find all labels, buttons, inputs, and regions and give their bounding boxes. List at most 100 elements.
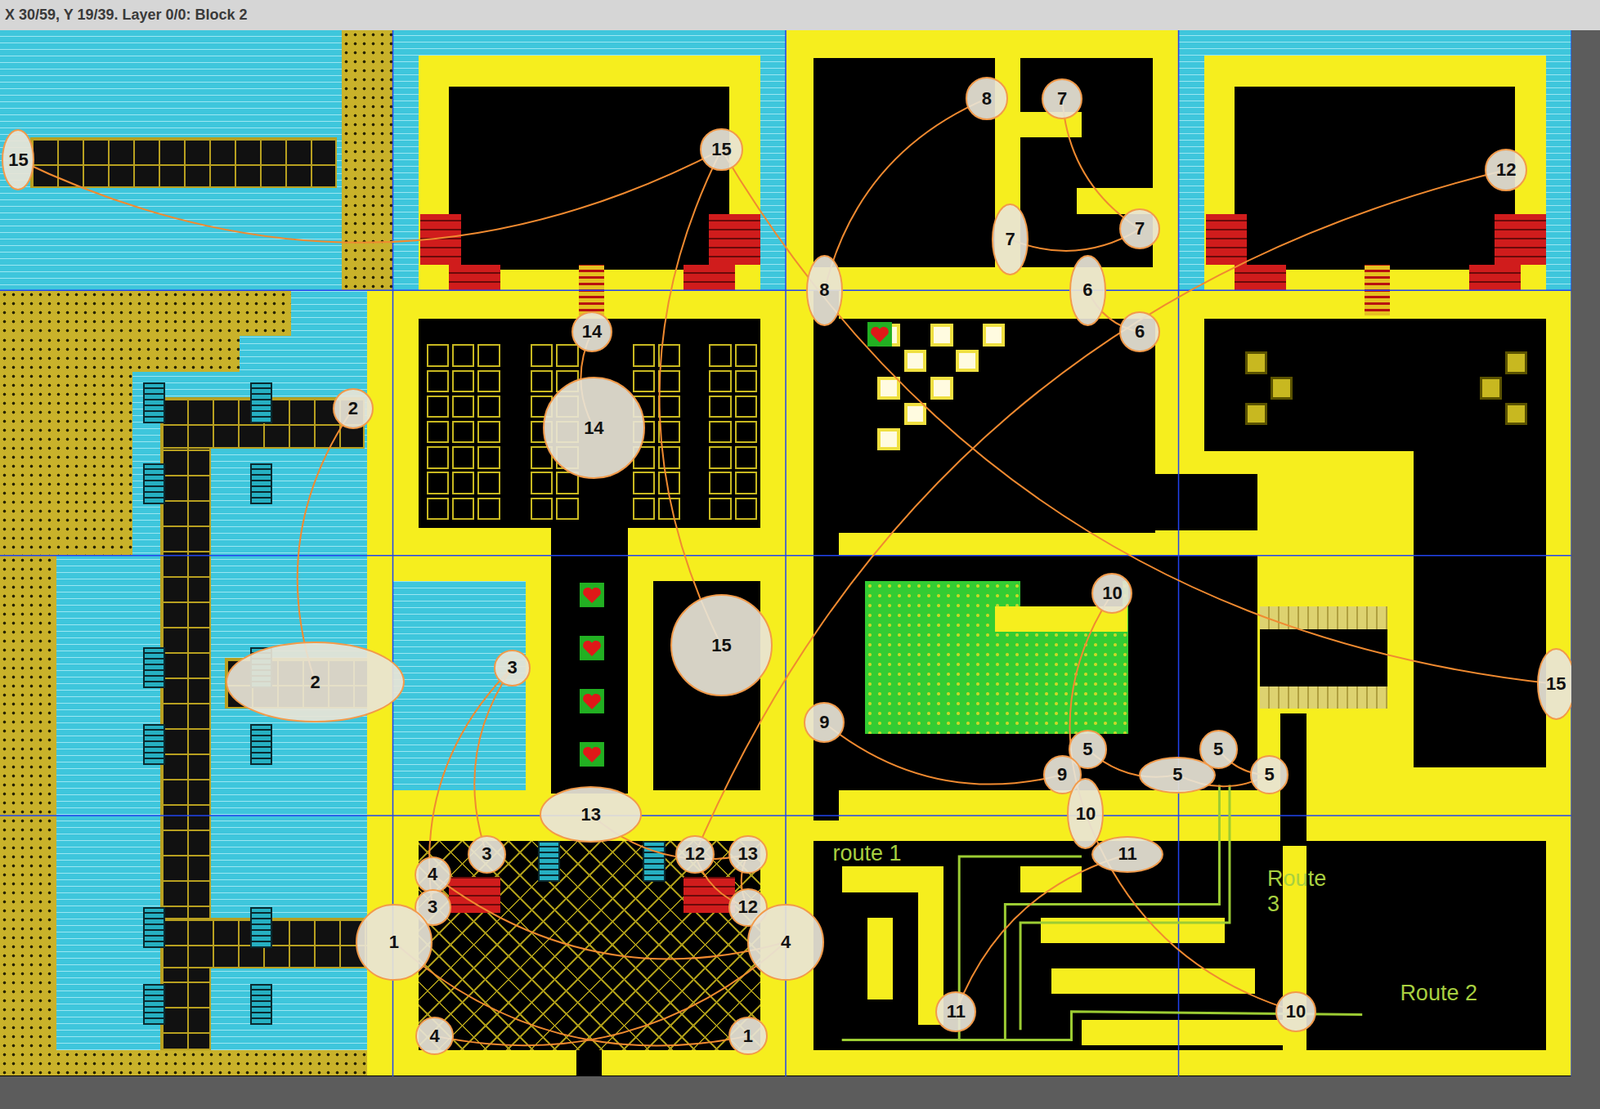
statue-icon [250, 984, 273, 1026]
heart-icon [579, 742, 605, 767]
block-tile [658, 395, 681, 418]
warp-marker[interactable]: 10 [1091, 573, 1133, 615]
block-tile [452, 421, 475, 444]
warp-marker[interactable]: 11 [1091, 836, 1163, 874]
ornament-tile [1245, 351, 1268, 374]
warp-marker[interactable]: 7 [1041, 78, 1083, 120]
map-tile [1413, 451, 1547, 768]
map-tile [0, 336, 240, 372]
ornament-tile [1505, 403, 1528, 426]
block-tile [658, 421, 681, 444]
map-tile [341, 30, 393, 291]
block-tile [658, 471, 681, 494]
block-tile [708, 471, 731, 494]
grid-line [0, 555, 1572, 557]
map-canvas[interactable]: 1515877786612141422315101595595513103121… [0, 30, 1572, 1077]
map-tile [1081, 1020, 1287, 1046]
block-tile [632, 497, 655, 520]
warp-marker[interactable]: 8 [806, 255, 843, 327]
block-tile [530, 370, 553, 393]
warp-marker[interactable]: 6 [1069, 255, 1107, 327]
warp-marker[interactable]: 15 [670, 594, 773, 697]
warp-marker[interactable]: 13 [728, 835, 767, 874]
checker-tile [955, 349, 978, 372]
link-curve [659, 149, 722, 646]
warp-marker[interactable]: 15 [1537, 648, 1572, 720]
link-curve [432, 874, 786, 960]
warp-marker[interactable]: 8 [965, 76, 1009, 120]
block-tile [452, 344, 475, 367]
block-tile [735, 370, 758, 393]
block-tile [426, 421, 449, 444]
warp-marker[interactable]: 5 [1138, 757, 1216, 794]
map-tile [418, 841, 761, 1051]
warp-marker[interactable]: 1 [355, 904, 433, 982]
checker-tile [930, 376, 953, 399]
warp-marker[interactable]: 3 [493, 649, 531, 687]
map-tile [1205, 214, 1247, 265]
map-tile [1259, 686, 1388, 709]
ornament-tile [1479, 376, 1502, 399]
block-tile [452, 370, 475, 393]
map-tile [30, 137, 337, 189]
checker-tile [904, 403, 927, 426]
warp-marker[interactable]: 2 [225, 641, 404, 724]
link-curve [474, 667, 512, 855]
block-tile [426, 471, 449, 494]
map-tile [1259, 606, 1388, 629]
warp-marker[interactable]: 14 [571, 311, 613, 353]
block-tile [426, 446, 449, 469]
warp-marker[interactable]: 4 [747, 904, 825, 982]
warp-marker[interactable]: 10 [1275, 991, 1317, 1033]
bottom-gutter [0, 1076, 1600, 1109]
block-tile [708, 421, 731, 444]
ornament-tile [1505, 351, 1528, 374]
block-tile [452, 395, 475, 418]
checker-tile [982, 323, 1005, 346]
map-tile [838, 474, 1258, 531]
warp-marker[interactable]: 1 [728, 1017, 767, 1056]
checker-tile [904, 349, 927, 372]
grid-line [0, 815, 1572, 817]
route-line [1004, 785, 1220, 1041]
map-tile [842, 866, 945, 892]
block-tile [477, 370, 500, 393]
warp-marker[interactable]: 14 [542, 376, 646, 480]
map-tile [708, 214, 760, 265]
warp-marker[interactable]: 4 [414, 856, 452, 894]
map-tile [1469, 264, 1520, 291]
statue-icon [537, 841, 561, 883]
link-curve [1085, 814, 1296, 1013]
block-tile [452, 471, 475, 494]
warp-marker[interactable]: 11 [935, 991, 977, 1033]
warp-marker[interactable]: 15 [699, 128, 743, 171]
statue-icon [143, 724, 166, 766]
heart-icon [579, 582, 605, 608]
ornament-tile [1245, 403, 1268, 426]
block-tile [477, 395, 500, 418]
warp-marker[interactable]: 12 [675, 835, 714, 874]
block-tile [530, 344, 553, 367]
route-line [1020, 785, 1230, 1031]
block-tile [426, 344, 449, 367]
map-tile [1040, 918, 1225, 944]
warp-marker[interactable]: 5 [1250, 755, 1289, 794]
warp-marker[interactable]: 3 [467, 835, 507, 874]
link-curve [955, 854, 1128, 1012]
map-tile [1364, 264, 1390, 316]
map-tile [1020, 866, 1082, 892]
block-tile [477, 497, 500, 520]
warp-marker[interactable]: 7 [991, 203, 1029, 275]
map-tile [1306, 841, 1547, 1051]
map-tile [0, 555, 57, 1051]
block-tile [658, 370, 681, 393]
warp-marker[interactable]: 2 [332, 388, 374, 430]
map-tile [448, 264, 500, 291]
block-tile [658, 446, 681, 469]
link-curve [824, 722, 1063, 785]
block-tile [426, 370, 449, 393]
statue-icon [642, 841, 665, 883]
statue-icon [143, 984, 166, 1026]
warp-marker[interactable]: 13 [539, 786, 642, 843]
block-tile [632, 471, 655, 494]
